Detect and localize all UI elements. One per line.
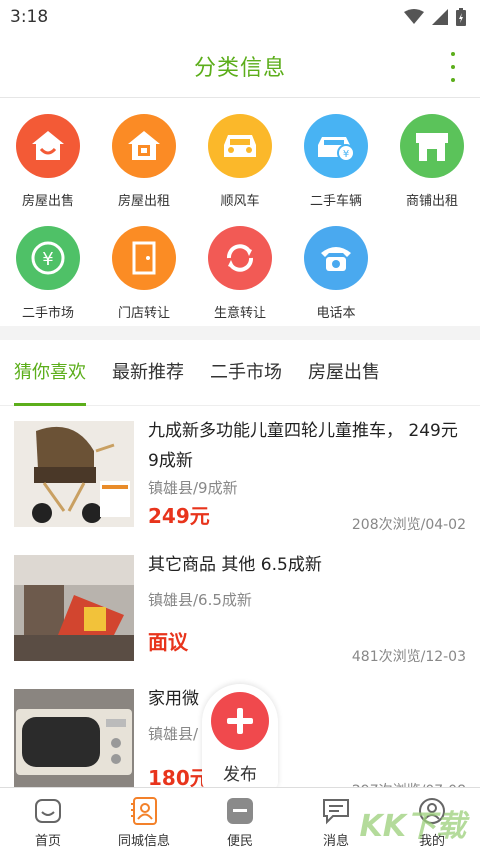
nav-city-info[interactable]: 同城信息 bbox=[96, 788, 192, 853]
page-title: 分类信息 bbox=[193, 55, 286, 81]
svg-text:¥: ¥ bbox=[42, 249, 53, 270]
category-label: 房屋出租 bbox=[117, 194, 170, 209]
listing-location: 镇雄县/ bbox=[148, 725, 199, 743]
home-icon bbox=[35, 799, 61, 823]
category-label: 房屋出售 bbox=[21, 194, 74, 209]
wifi-icon bbox=[404, 9, 424, 24]
convenience-icon bbox=[227, 798, 253, 824]
city-info-icon bbox=[131, 797, 157, 825]
category-house-sale[interactable]: 房屋出售 bbox=[0, 114, 96, 214]
used-car-icon: ¥ bbox=[304, 114, 368, 178]
tab-latest-recommend[interactable]: 最新推荐 bbox=[112, 340, 184, 406]
tab-second-hand-market[interactable]: 二手市场 bbox=[210, 340, 282, 406]
app-header: 分类信息 bbox=[0, 34, 480, 98]
category-used-car[interactable]: ¥ 二手车辆 bbox=[288, 114, 384, 214]
plus-icon bbox=[211, 692, 269, 750]
rent-house-icon bbox=[112, 114, 176, 178]
category-grid: 房屋出售 房屋出租 顺风车 ¥ 二手车辆 商铺出租 ¥ 二手市场 门店转让 生意… bbox=[0, 98, 480, 326]
category-label: 商铺出租 bbox=[405, 194, 458, 209]
listing-item[interactable]: 其它商品 其他 6.5成新 镇雄县/6.5成新 面议 481次浏览/12-03 bbox=[0, 540, 480, 674]
signal-icon bbox=[432, 9, 448, 25]
publish-button[interactable]: 发布 bbox=[202, 684, 278, 790]
door-icon bbox=[112, 226, 176, 290]
nav-label: 便民 bbox=[226, 834, 253, 849]
feed-tabs: 猜你喜欢 最新推荐 二手市场 房屋出售 bbox=[0, 340, 480, 406]
category-label: 二手车辆 bbox=[309, 194, 362, 209]
category-business-transfer[interactable]: 生意转让 bbox=[192, 226, 288, 326]
recycle-yen-icon: ¥ bbox=[16, 226, 80, 290]
nav-label: 同城信息 bbox=[117, 834, 170, 849]
watermark-logo: KK下载 bbox=[360, 801, 467, 845]
watermark-text: KK下载 bbox=[359, 809, 467, 844]
category-house-rent[interactable]: 房屋出租 bbox=[96, 114, 192, 214]
category-store-transfer[interactable]: 门店转让 bbox=[96, 226, 192, 326]
house-icon bbox=[16, 114, 80, 178]
phone-icon bbox=[304, 226, 368, 290]
listing-title: 家用微 bbox=[148, 689, 199, 709]
status-bar: 3:18 bbox=[0, 0, 480, 34]
listing-meta: 481次浏览/12-03 bbox=[351, 649, 466, 665]
category-label: 顺风车 bbox=[220, 194, 260, 209]
listing-title: 其它商品 其他 6.5成新 bbox=[148, 555, 322, 575]
microwave-image bbox=[14, 689, 134, 795]
category-rideshare[interactable]: 顺风车 bbox=[192, 114, 288, 214]
tab-guess-you-like[interactable]: 猜你喜欢 bbox=[14, 340, 86, 406]
status-time: 3:18 bbox=[10, 7, 49, 27]
nav-label: 首页 bbox=[34, 834, 61, 849]
category-label: 二手市场 bbox=[21, 306, 74, 321]
category-shop-rent[interactable]: 商铺出租 bbox=[384, 114, 480, 214]
category-label: 门店转让 bbox=[117, 306, 170, 321]
shop-icon bbox=[400, 114, 464, 178]
listing-item[interactable]: 九成新多功能儿童四轮儿童推车， 249元 9成新 镇雄县/9成新 249元 20… bbox=[0, 406, 480, 540]
nav-label: 消息 bbox=[322, 834, 349, 849]
status-icons bbox=[404, 8, 466, 26]
transfer-icon bbox=[208, 226, 272, 290]
listing-info: 九成新多功能儿童四轮儿童推车， 249元 9成新 镇雄县/9成新 249元 20… bbox=[134, 416, 466, 540]
svg-text:¥: ¥ bbox=[343, 149, 349, 160]
battery-icon bbox=[456, 8, 466, 26]
more-dot bbox=[451, 52, 455, 56]
more-dot bbox=[451, 78, 455, 82]
category-label: 生意转让 bbox=[213, 306, 266, 321]
listing-location: 镇雄县/9成新 bbox=[148, 479, 238, 497]
category-second-hand[interactable]: ¥ 二手市场 bbox=[0, 226, 96, 326]
message-icon bbox=[323, 799, 349, 825]
section-divider bbox=[0, 326, 480, 340]
listing-title: 九成新多功能儿童四轮儿童推车， 249元 9成新 bbox=[148, 421, 458, 471]
listing-location: 镇雄县/6.5成新 bbox=[148, 591, 252, 609]
nav-home[interactable]: 首页 bbox=[0, 788, 96, 853]
stroller-image bbox=[14, 421, 134, 527]
goods-image bbox=[14, 555, 134, 661]
tab-house-sale[interactable]: 房屋出售 bbox=[308, 340, 380, 406]
car-icon bbox=[208, 114, 272, 178]
more-menu-button[interactable] bbox=[448, 52, 458, 82]
nav-convenience[interactable]: 便民 bbox=[192, 788, 288, 853]
category-phonebook[interactable]: 电话本 bbox=[288, 226, 384, 326]
category-label: 电话本 bbox=[316, 306, 356, 321]
publish-label: 发布 bbox=[223, 765, 257, 785]
listing-meta: 208次浏览/04-02 bbox=[351, 517, 466, 533]
more-dot bbox=[451, 65, 455, 69]
listing-info: 其它商品 其他 6.5成新 镇雄县/6.5成新 面议 481次浏览/12-03 bbox=[134, 550, 466, 674]
